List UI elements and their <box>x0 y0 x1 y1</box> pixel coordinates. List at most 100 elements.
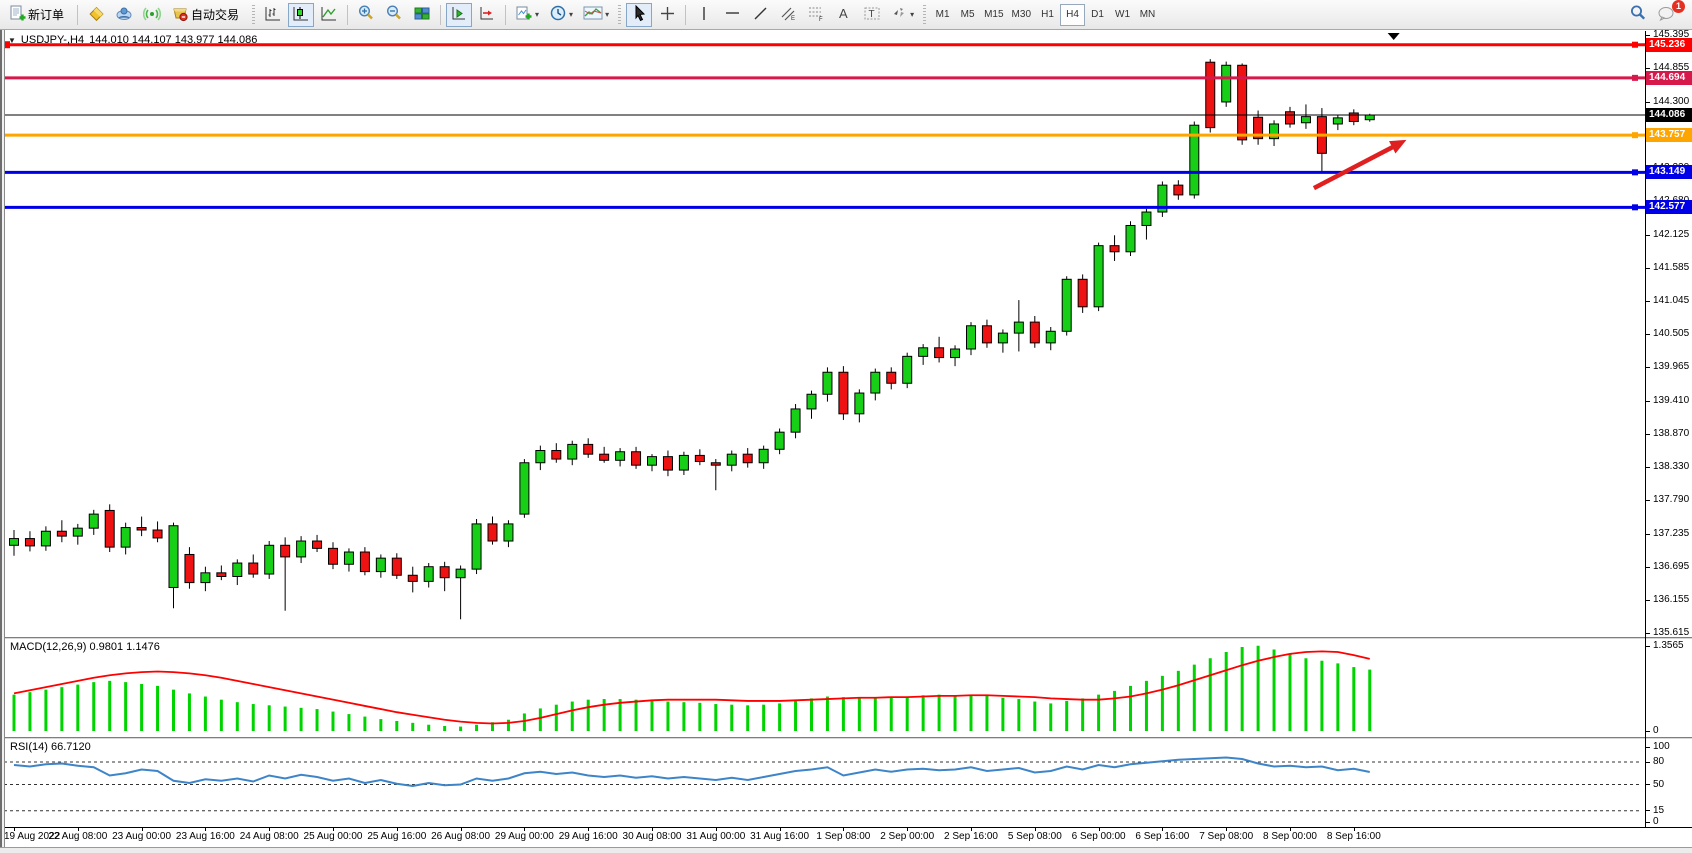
zoom-out-icon <box>385 4 403 25</box>
auto-scroll-icon <box>450 5 468 25</box>
tf-MN[interactable]: MN <box>1135 4 1160 26</box>
candle <box>552 451 561 460</box>
mql5-community-button[interactable] <box>111 3 137 27</box>
window-left-frame <box>0 30 5 847</box>
equidistant-channel-button[interactable]: E <box>775 3 801 27</box>
line-chart-button[interactable] <box>316 3 342 27</box>
price-tick-label: 50 <box>1653 779 1664 790</box>
bar-chart-button[interactable] <box>260 3 286 27</box>
candle <box>1126 225 1135 251</box>
rsi-pane[interactable] <box>0 739 1692 827</box>
candle <box>25 539 34 546</box>
line-handle[interactable] <box>1632 132 1638 138</box>
toolbar-grip[interactable] <box>618 5 621 25</box>
candle <box>376 558 385 571</box>
fibonacci-button[interactable]: F <box>803 3 829 27</box>
shapes-button[interactable]: ▾ <box>887 3 918 27</box>
candle <box>504 524 513 541</box>
candle <box>1142 212 1151 225</box>
price-tick-label: 137.235 <box>1653 528 1689 539</box>
macd-pane[interactable] <box>0 639 1692 737</box>
price-tick-label: 100 <box>1653 741 1670 752</box>
candle <box>472 524 481 569</box>
candle <box>727 454 736 465</box>
line-handle[interactable] <box>1632 204 1638 210</box>
line-handle[interactable] <box>1632 75 1638 81</box>
axis-tick-mark <box>1646 731 1650 732</box>
candle <box>839 372 848 414</box>
toolbar-separator <box>347 5 348 25</box>
tf-M30[interactable]: M30 <box>1008 4 1035 26</box>
candlestick-chart-button[interactable] <box>288 3 314 27</box>
notifications-button[interactable]: 1 <box>1653 3 1679 27</box>
toolbar-grip[interactable] <box>923 5 926 25</box>
dropdown-caret-icon: ▾ <box>569 10 573 19</box>
signals-icon <box>143 5 161 25</box>
crosshair-button[interactable] <box>654 3 680 27</box>
price-tick-label: 0 <box>1653 816 1659 827</box>
price-tick-label: 140.505 <box>1653 328 1689 339</box>
axis-tick-mark <box>1646 467 1650 468</box>
zoom-out-button[interactable] <box>381 3 407 27</box>
candle <box>903 356 912 383</box>
candle <box>456 569 465 578</box>
candle <box>695 455 704 461</box>
line-handle[interactable] <box>1632 169 1638 175</box>
candle <box>89 514 98 528</box>
tf-D1[interactable]: D1 <box>1085 4 1110 26</box>
vertical-line-button[interactable] <box>691 3 717 27</box>
indicators-button[interactable]: ▾ <box>511 3 543 27</box>
main-price-pane[interactable] <box>0 31 1692 637</box>
candle <box>233 563 242 576</box>
horizontal-line-button[interactable] <box>719 3 745 27</box>
equidistant-channel-icon: E <box>779 5 797 25</box>
templates-button[interactable]: ▾ <box>579 3 613 27</box>
candle <box>424 567 433 582</box>
chart-shift-button[interactable] <box>474 3 500 27</box>
tf-M5[interactable]: M5 <box>955 4 980 26</box>
cursor-button[interactable] <box>626 3 652 27</box>
svg-text:T: T <box>869 9 875 20</box>
time-tick-label: 8 Sep 16:00 <box>1316 831 1392 842</box>
search-button[interactable] <box>1625 3 1651 27</box>
svg-text:A: A <box>839 6 848 21</box>
tf-M15[interactable]: M15 <box>980 4 1007 26</box>
fibonacci-icon: F <box>807 5 825 25</box>
text-icon: A <box>836 5 852 24</box>
candle <box>73 528 82 536</box>
tf-H4[interactable]: H4 <box>1060 4 1085 26</box>
tf-W1[interactable]: W1 <box>1110 4 1135 26</box>
new-order-button[interactable]: 新订单 <box>5 3 72 27</box>
line-handle[interactable] <box>1632 42 1638 48</box>
candle <box>1222 65 1231 102</box>
axis-tick-mark <box>1646 810 1650 811</box>
price-tick-label: 135.615 <box>1653 627 1689 638</box>
auto-scroll-button[interactable] <box>446 3 472 27</box>
price-tick-label: 141.045 <box>1653 295 1689 306</box>
periods-button[interactable]: ▾ <box>545 3 577 27</box>
candle <box>41 531 50 546</box>
candle <box>759 449 768 462</box>
zoom-in-button[interactable] <box>353 3 379 27</box>
text-button[interactable]: A <box>831 3 857 27</box>
trendline-button[interactable] <box>747 3 773 27</box>
tile-windows-button[interactable] <box>409 3 435 27</box>
text-label-button[interactable]: T <box>859 3 885 27</box>
zoom-in-icon <box>357 4 375 25</box>
price-line-label: 144.694 <box>1646 71 1692 85</box>
candle <box>536 451 545 463</box>
time-axis[interactable]: 19 Aug 202222 Aug 08:0023 Aug 00:0023 Au… <box>0 827 1692 847</box>
candle <box>329 548 338 564</box>
tf-H1[interactable]: H1 <box>1035 4 1060 26</box>
symbol-dropdown-icon[interactable]: ▼ <box>8 36 16 45</box>
candle <box>1206 62 1215 127</box>
timeframe-group: M1M5M15M30H1H4D1W1MN <box>930 4 1160 26</box>
symbols-button[interactable] <box>83 3 109 27</box>
signals-button[interactable] <box>139 3 165 27</box>
tf-M1[interactable]: M1 <box>930 4 955 26</box>
candle <box>807 394 816 409</box>
autotrading-button[interactable]: 自动交易 <box>167 3 247 27</box>
candle <box>823 372 832 394</box>
toolbar-grip[interactable] <box>252 5 255 25</box>
axis-tick-mark <box>1646 334 1650 335</box>
